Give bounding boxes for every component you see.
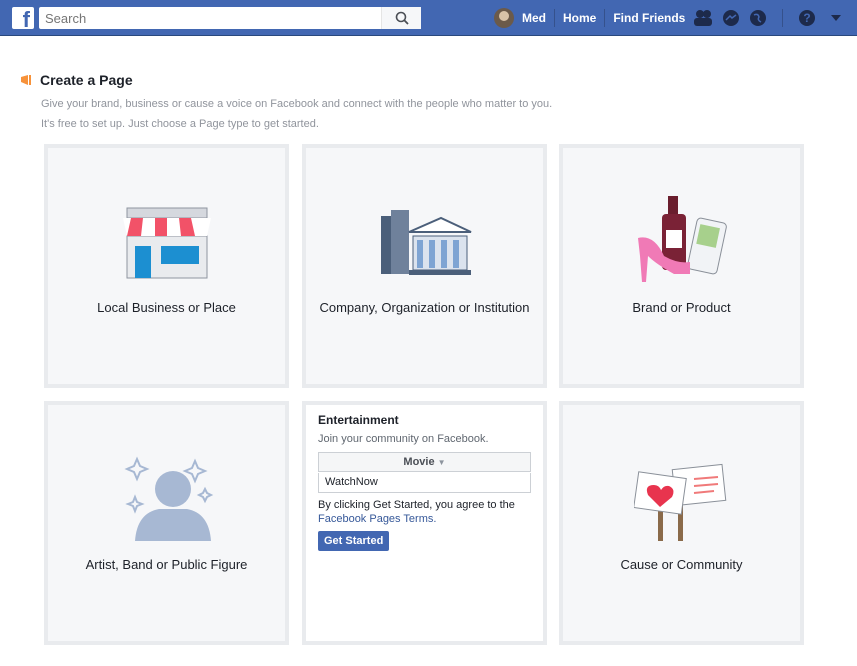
form-subtitle: Join your community on Facebook. [318, 433, 489, 445]
home-link[interactable]: Home [563, 11, 596, 25]
account-menu-chevron-down-icon[interactable] [831, 15, 841, 21]
page-title: Create a Page [20, 72, 133, 88]
entertainment-form-card: Entertainment Join your community on Fac… [302, 401, 547, 645]
divider [554, 9, 555, 27]
products-icon [637, 196, 727, 282]
form-title: Entertainment [318, 413, 399, 427]
search-icon [395, 11, 409, 25]
search-button[interactable] [381, 7, 421, 29]
search-input[interactable] [39, 7, 379, 29]
card-label: Cause or Community [620, 557, 743, 572]
messenger-icon[interactable] [722, 9, 740, 27]
page-type-company[interactable]: Company, Organization or Institution [302, 144, 547, 388]
divider [604, 9, 606, 27]
protest-signs-icon [633, 463, 726, 541]
page-type-cause-community[interactable]: Cause or Community [559, 401, 804, 645]
facebook-logo[interactable]: f [12, 7, 34, 29]
page-type-artist-public-figure[interactable]: Artist, Band or Public Figure [44, 401, 289, 645]
storefront-icon [122, 207, 211, 279]
pages-terms-link[interactable]: Facebook Pages Terms. [318, 513, 436, 525]
category-value: Movie [403, 456, 435, 468]
search-box [39, 7, 421, 29]
friend-requests-icon[interactable] [693, 9, 713, 27]
chevron-down-icon: ▼ [437, 458, 446, 467]
title-text: Create a Page [40, 72, 133, 88]
profile-link[interactable]: Med [522, 11, 546, 25]
nav-icons: ? [693, 0, 841, 36]
agree-text: By clicking Get Started, you agree to th… [318, 498, 515, 511]
card-label: Local Business or Place [97, 300, 236, 315]
buildings-icon [380, 210, 471, 275]
public-figure-icon [123, 456, 213, 541]
svg-text:?: ? [803, 11, 810, 25]
notifications-globe-icon[interactable] [749, 9, 767, 27]
card-label: Artist, Band or Public Figure [85, 557, 248, 572]
description-line-2: It's free to set up. Just choose a Page … [41, 118, 319, 130]
nav-links: Med Home Find Friends [494, 0, 685, 36]
page-type-brand-product[interactable]: Brand or Product [559, 144, 804, 388]
page-type-local-business[interactable]: Local Business or Place [44, 144, 289, 388]
category-select[interactable]: Movie ▼ [318, 452, 531, 472]
divider [782, 9, 783, 27]
top-navigation-bar: f Med Home Find Friends ? [0, 0, 857, 36]
page-name-input[interactable] [318, 472, 531, 493]
user-avatar[interactable] [494, 8, 514, 28]
description-line-1: Give your brand, business or cause a voi… [41, 98, 553, 110]
card-label: Brand or Product [632, 300, 731, 315]
card-label: Company, Organization or Institution [319, 300, 530, 315]
flag-icon [20, 74, 34, 86]
help-icon[interactable]: ? [798, 9, 816, 27]
get-started-button[interactable]: Get Started [318, 530, 390, 551]
find-friends-link[interactable]: Find Friends [613, 11, 685, 25]
terms-notice: By clicking Get Started, you agree to th… [318, 498, 531, 526]
